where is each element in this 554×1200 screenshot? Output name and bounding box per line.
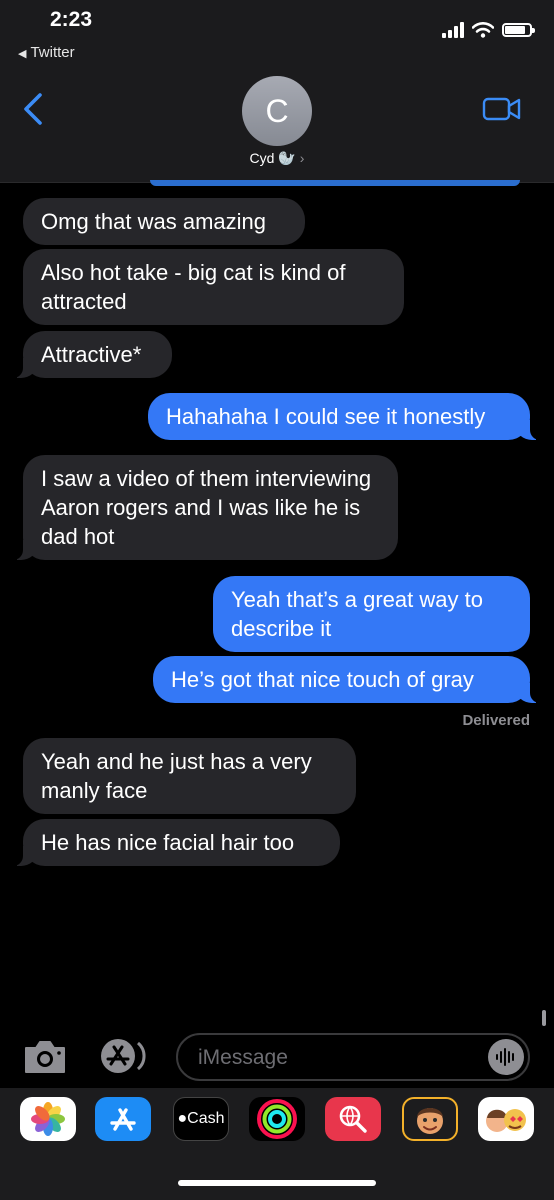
status-time: 2:23 [50, 8, 93, 31]
message-bubble-incoming[interactable]: Yeah and he just has a very manly face [23, 738, 356, 814]
audio-message-button[interactable] [488, 1039, 524, 1075]
home-indicator[interactable] [178, 1180, 376, 1186]
app-store-icon[interactable] [95, 1097, 151, 1141]
waveform-icon [496, 1048, 514, 1066]
activity-icon[interactable] [249, 1097, 305, 1141]
message-text: Attractive* [41, 342, 142, 367]
memoji-icon[interactable] [402, 1097, 458, 1141]
globe-search-icon [339, 1105, 367, 1133]
battery-icon [502, 23, 535, 37]
back-chevron-icon[interactable] [20, 92, 50, 126]
memoji-stickers-faces-icon [486, 1109, 526, 1132]
app-store-apps-icon[interactable] [98, 1038, 152, 1074]
scrollbar[interactable] [542, 1010, 546, 1026]
message-text: Also hot take - big cat is kind of attra… [41, 260, 346, 314]
apple-logo-icon: ● [177, 1110, 188, 1127]
camera-icon[interactable] [22, 1038, 68, 1076]
contact-name: Cyd 🦭 [249, 150, 296, 166]
message-bubble-incoming[interactable]: Attractive* [13, 331, 172, 378]
message-bubble-outgoing[interactable]: He’s got that nice touch of gray [153, 656, 540, 703]
message-text: He has nice facial hair too [41, 830, 295, 855]
message-text: I saw a video of them interviewing Aaron… [41, 466, 372, 549]
photos-flower-icon [31, 1102, 65, 1136]
wifi-icon [472, 22, 494, 38]
message-text: Omg that was amazing [41, 209, 266, 234]
web-search-icon[interactable] [325, 1097, 381, 1141]
message-text: Hahahaha I could see it honestly [166, 404, 486, 429]
message-text: Yeah and he just has a very manly face [41, 749, 312, 803]
message-text: He’s got that nice touch of gray [171, 667, 474, 692]
chevron-right-icon: › [299, 150, 305, 166]
input-placeholder: iMessage [198, 1046, 288, 1069]
apple-cash-icon[interactable]: ●Cash [173, 1097, 229, 1141]
message-bubble-incoming[interactable]: Also hot take - big cat is kind of attra… [23, 249, 404, 325]
previous-message-bubble-edge [150, 180, 520, 186]
back-triangle-icon: ◀ [18, 48, 27, 60]
message-bubble-outgoing[interactable]: Yeah that’s a great way to describe it [213, 576, 530, 652]
message-bubble-incoming[interactable]: I saw a video of them interviewing Aaron… [13, 455, 398, 560]
conversation-header: 2:23 ◀ Twitter C Cyd 🦭 › [0, 0, 554, 183]
back-app-label: Twitter [30, 44, 75, 61]
activity-rings-icon [257, 1099, 297, 1139]
contact-avatar[interactable]: C [242, 76, 312, 146]
facetime-video-icon[interactable] [482, 96, 522, 122]
delivery-status: Delivered [462, 712, 530, 729]
contact-name-button[interactable]: Cyd 🦭 › [0, 150, 554, 167]
system-status-icons [442, 22, 535, 38]
photos-icon[interactable] [20, 1097, 76, 1141]
imessage-input[interactable]: iMessage [176, 1033, 530, 1081]
cash-label: Cash [187, 1110, 225, 1127]
memoji-stickers-icon[interactable] [478, 1097, 534, 1141]
memoji-face-icon [417, 1108, 443, 1134]
message-bubble-incoming[interactable]: He has nice facial hair too [13, 819, 340, 866]
message-bubble-outgoing[interactable]: Hahahaha I could see it honestly [148, 393, 540, 440]
back-to-app-link[interactable]: ◀ Twitter [18, 44, 75, 61]
message-bubble-incoming[interactable]: Omg that was amazing [23, 198, 305, 245]
avatar-initial: C [265, 92, 289, 129]
cellular-signal-icon [442, 22, 464, 38]
app-store-a-icon [110, 1108, 136, 1131]
message-text: Yeah that’s a great way to describe it [231, 587, 483, 641]
